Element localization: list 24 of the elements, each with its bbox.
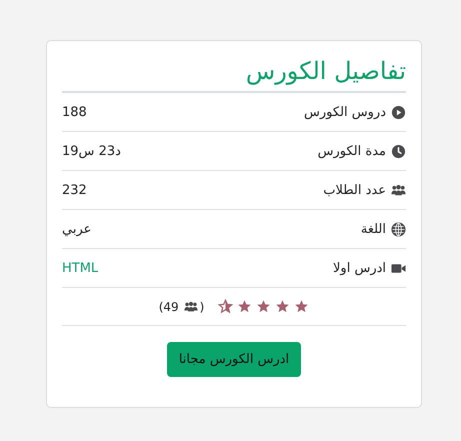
users-icon — [391, 182, 406, 198]
star-icon — [275, 299, 290, 314]
detail-value: د23 س19 — [62, 144, 121, 158]
detail-label: اللغة — [360, 222, 386, 236]
users-icon — [184, 300, 198, 314]
detail-label: ادرس اولا — [333, 260, 386, 276]
star-icon — [294, 299, 310, 314]
play-icon — [391, 104, 406, 120]
star-icon — [237, 299, 252, 314]
star-icon — [256, 299, 272, 314]
card-title: تفاصيل الكورس — [62, 49, 406, 93]
detail-label: عدد الطلاب — [323, 182, 386, 198]
detail-value: 232 — [62, 182, 87, 198]
clock-icon — [391, 144, 406, 158]
globe-icon — [391, 222, 406, 236]
rating-count: (49 — [158, 300, 179, 314]
detail-value: 188 — [62, 104, 87, 120]
star-icon — [218, 299, 234, 314]
course-link[interactable]: HTML — [62, 260, 98, 276]
detail-label: دروس الكورس — [304, 104, 386, 120]
rating-count-bracket: ) — [200, 300, 204, 314]
detail-label: مدة الكورس — [318, 144, 386, 158]
detail-value: عربي — [62, 222, 92, 236]
enroll-button[interactable]: ادرس الكورس مجانا — [166, 342, 302, 377]
